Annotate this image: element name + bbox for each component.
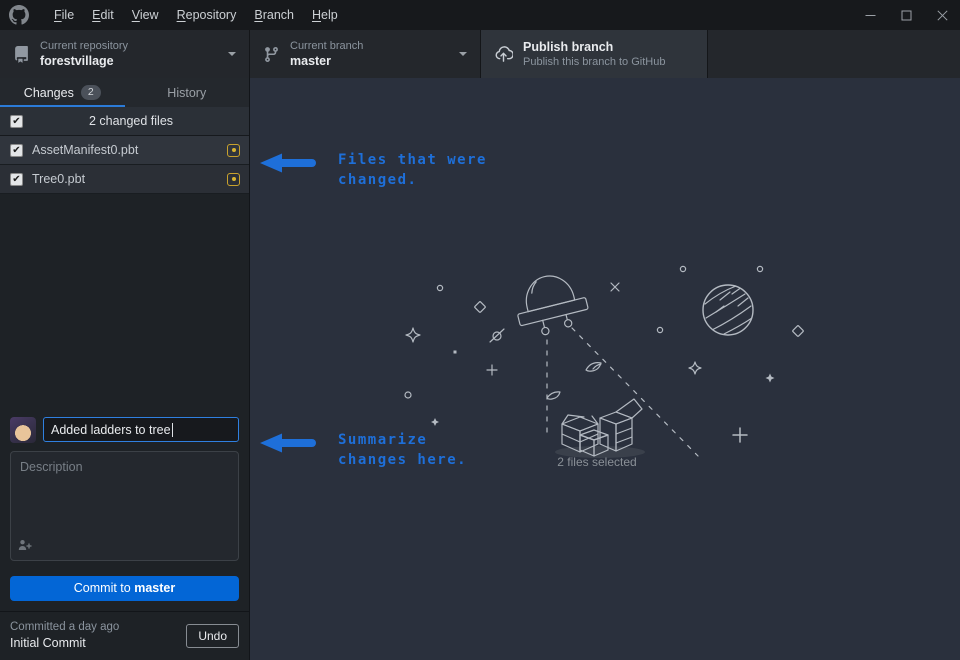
publish-branch-title: Publish branch — [523, 39, 665, 55]
changes-count-badge: 2 — [81, 85, 101, 100]
file-row[interactable]: ✔ AssetManifest0.pbt — [0, 136, 249, 165]
current-repository-dropdown[interactable]: Current repository forestvillage — [0, 30, 250, 78]
commit-form: Added ladders to tree Commit to master — [0, 407, 249, 611]
undo-button[interactable]: Undo — [186, 624, 239, 648]
menu-file[interactable]: File — [45, 0, 83, 30]
last-commit-bar: Committed a day ago Initial Commit Undo — [0, 611, 249, 660]
modified-status-icon — [227, 173, 240, 186]
annotation-text: Summarizechanges here. — [338, 430, 467, 470]
commit-button-branch: master — [134, 581, 175, 595]
menu-view[interactable]: View — [123, 0, 168, 30]
title-bar: File Edit View Repository Branch Help — [0, 0, 960, 30]
arrow-left-icon — [260, 432, 316, 454]
github-logo-icon — [9, 5, 29, 25]
commit-button[interactable]: Commit to master — [10, 576, 239, 601]
sidebar-spacer — [0, 194, 249, 407]
publish-branch-button[interactable]: Publish branch Publish this branch to Gi… — [481, 30, 708, 78]
changes-sidebar: Changes 2 History ✔ 2 changed files ✔ As… — [0, 78, 250, 660]
avatar — [10, 417, 36, 443]
files-selected-caption: 2 files selected — [517, 455, 677, 469]
current-branch-label: Current branch — [290, 39, 363, 53]
menu-help[interactable]: Help — [303, 0, 347, 30]
window-controls — [852, 0, 960, 30]
main-panel: 2 files selected Files that werechanged.… — [250, 78, 960, 660]
modified-status-icon — [227, 144, 240, 157]
chevron-down-icon — [459, 52, 467, 56]
github-desktop-window: File Edit View Repository Branch Help — [0, 0, 960, 660]
committed-time-text: Committed a day ago — [10, 620, 119, 636]
current-branch-value: master — [290, 53, 363, 69]
changed-files-header: ✔ 2 changed files — [0, 107, 249, 136]
commit-description-input[interactable] — [10, 451, 239, 561]
commit-summary-value: Added ladders to tree — [51, 423, 171, 437]
close-icon — [937, 10, 948, 21]
toolbar: Current repository forestvillage Current… — [0, 30, 960, 78]
sidebar-tabs: Changes 2 History — [0, 78, 249, 107]
current-repository-label: Current repository — [40, 39, 128, 53]
select-all-checkbox[interactable]: ✔ — [10, 115, 23, 128]
arrow-left-icon — [260, 152, 316, 174]
commit-summary-input[interactable]: Added ladders to tree — [43, 417, 239, 442]
tab-history[interactable]: History — [125, 78, 250, 107]
minimize-icon — [865, 10, 876, 21]
last-commit-message: Initial Commit — [10, 635, 119, 652]
file-checkbox[interactable]: ✔ — [10, 173, 23, 186]
annotation-text: Files that werechanged. — [338, 150, 487, 190]
commit-button-prefix: Commit to — [74, 581, 134, 595]
annotation-files-changed: Files that werechanged. — [260, 150, 487, 190]
tab-changes-label: Changes — [24, 86, 74, 100]
add-coauthor-icon[interactable] — [18, 538, 32, 556]
file-name: Tree0.pbt — [32, 172, 227, 186]
changed-files-count: 2 changed files — [23, 114, 239, 128]
tab-changes[interactable]: Changes 2 — [0, 78, 125, 107]
git-branch-icon — [263, 46, 280, 63]
file-checkbox[interactable]: ✔ — [10, 144, 23, 157]
text-cursor — [172, 423, 173, 437]
menu-branch[interactable]: Branch — [245, 0, 303, 30]
menu-repository[interactable]: Repository — [168, 0, 246, 30]
content-area: Changes 2 History ✔ 2 changed files ✔ As… — [0, 78, 960, 660]
tab-history-label: History — [167, 86, 206, 100]
close-button[interactable] — [924, 0, 960, 30]
current-repository-value: forestvillage — [40, 53, 128, 69]
repo-icon — [13, 46, 30, 63]
chevron-down-icon — [228, 52, 236, 56]
maximize-button[interactable] — [888, 0, 924, 30]
current-branch-dropdown[interactable]: Current branch master — [250, 30, 481, 78]
maximize-icon — [901, 10, 912, 21]
minimize-button[interactable] — [852, 0, 888, 30]
publish-branch-subtitle: Publish this branch to GitHub — [523, 55, 665, 69]
file-name: AssetManifest0.pbt — [32, 143, 227, 157]
annotation-summarize: Summarizechanges here. — [260, 430, 467, 470]
file-row[interactable]: ✔ Tree0.pbt — [0, 165, 249, 194]
cloud-upload-icon — [494, 45, 513, 64]
menu-edit[interactable]: Edit — [83, 0, 123, 30]
menu-bar: File Edit View Repository Branch Help — [45, 0, 347, 30]
